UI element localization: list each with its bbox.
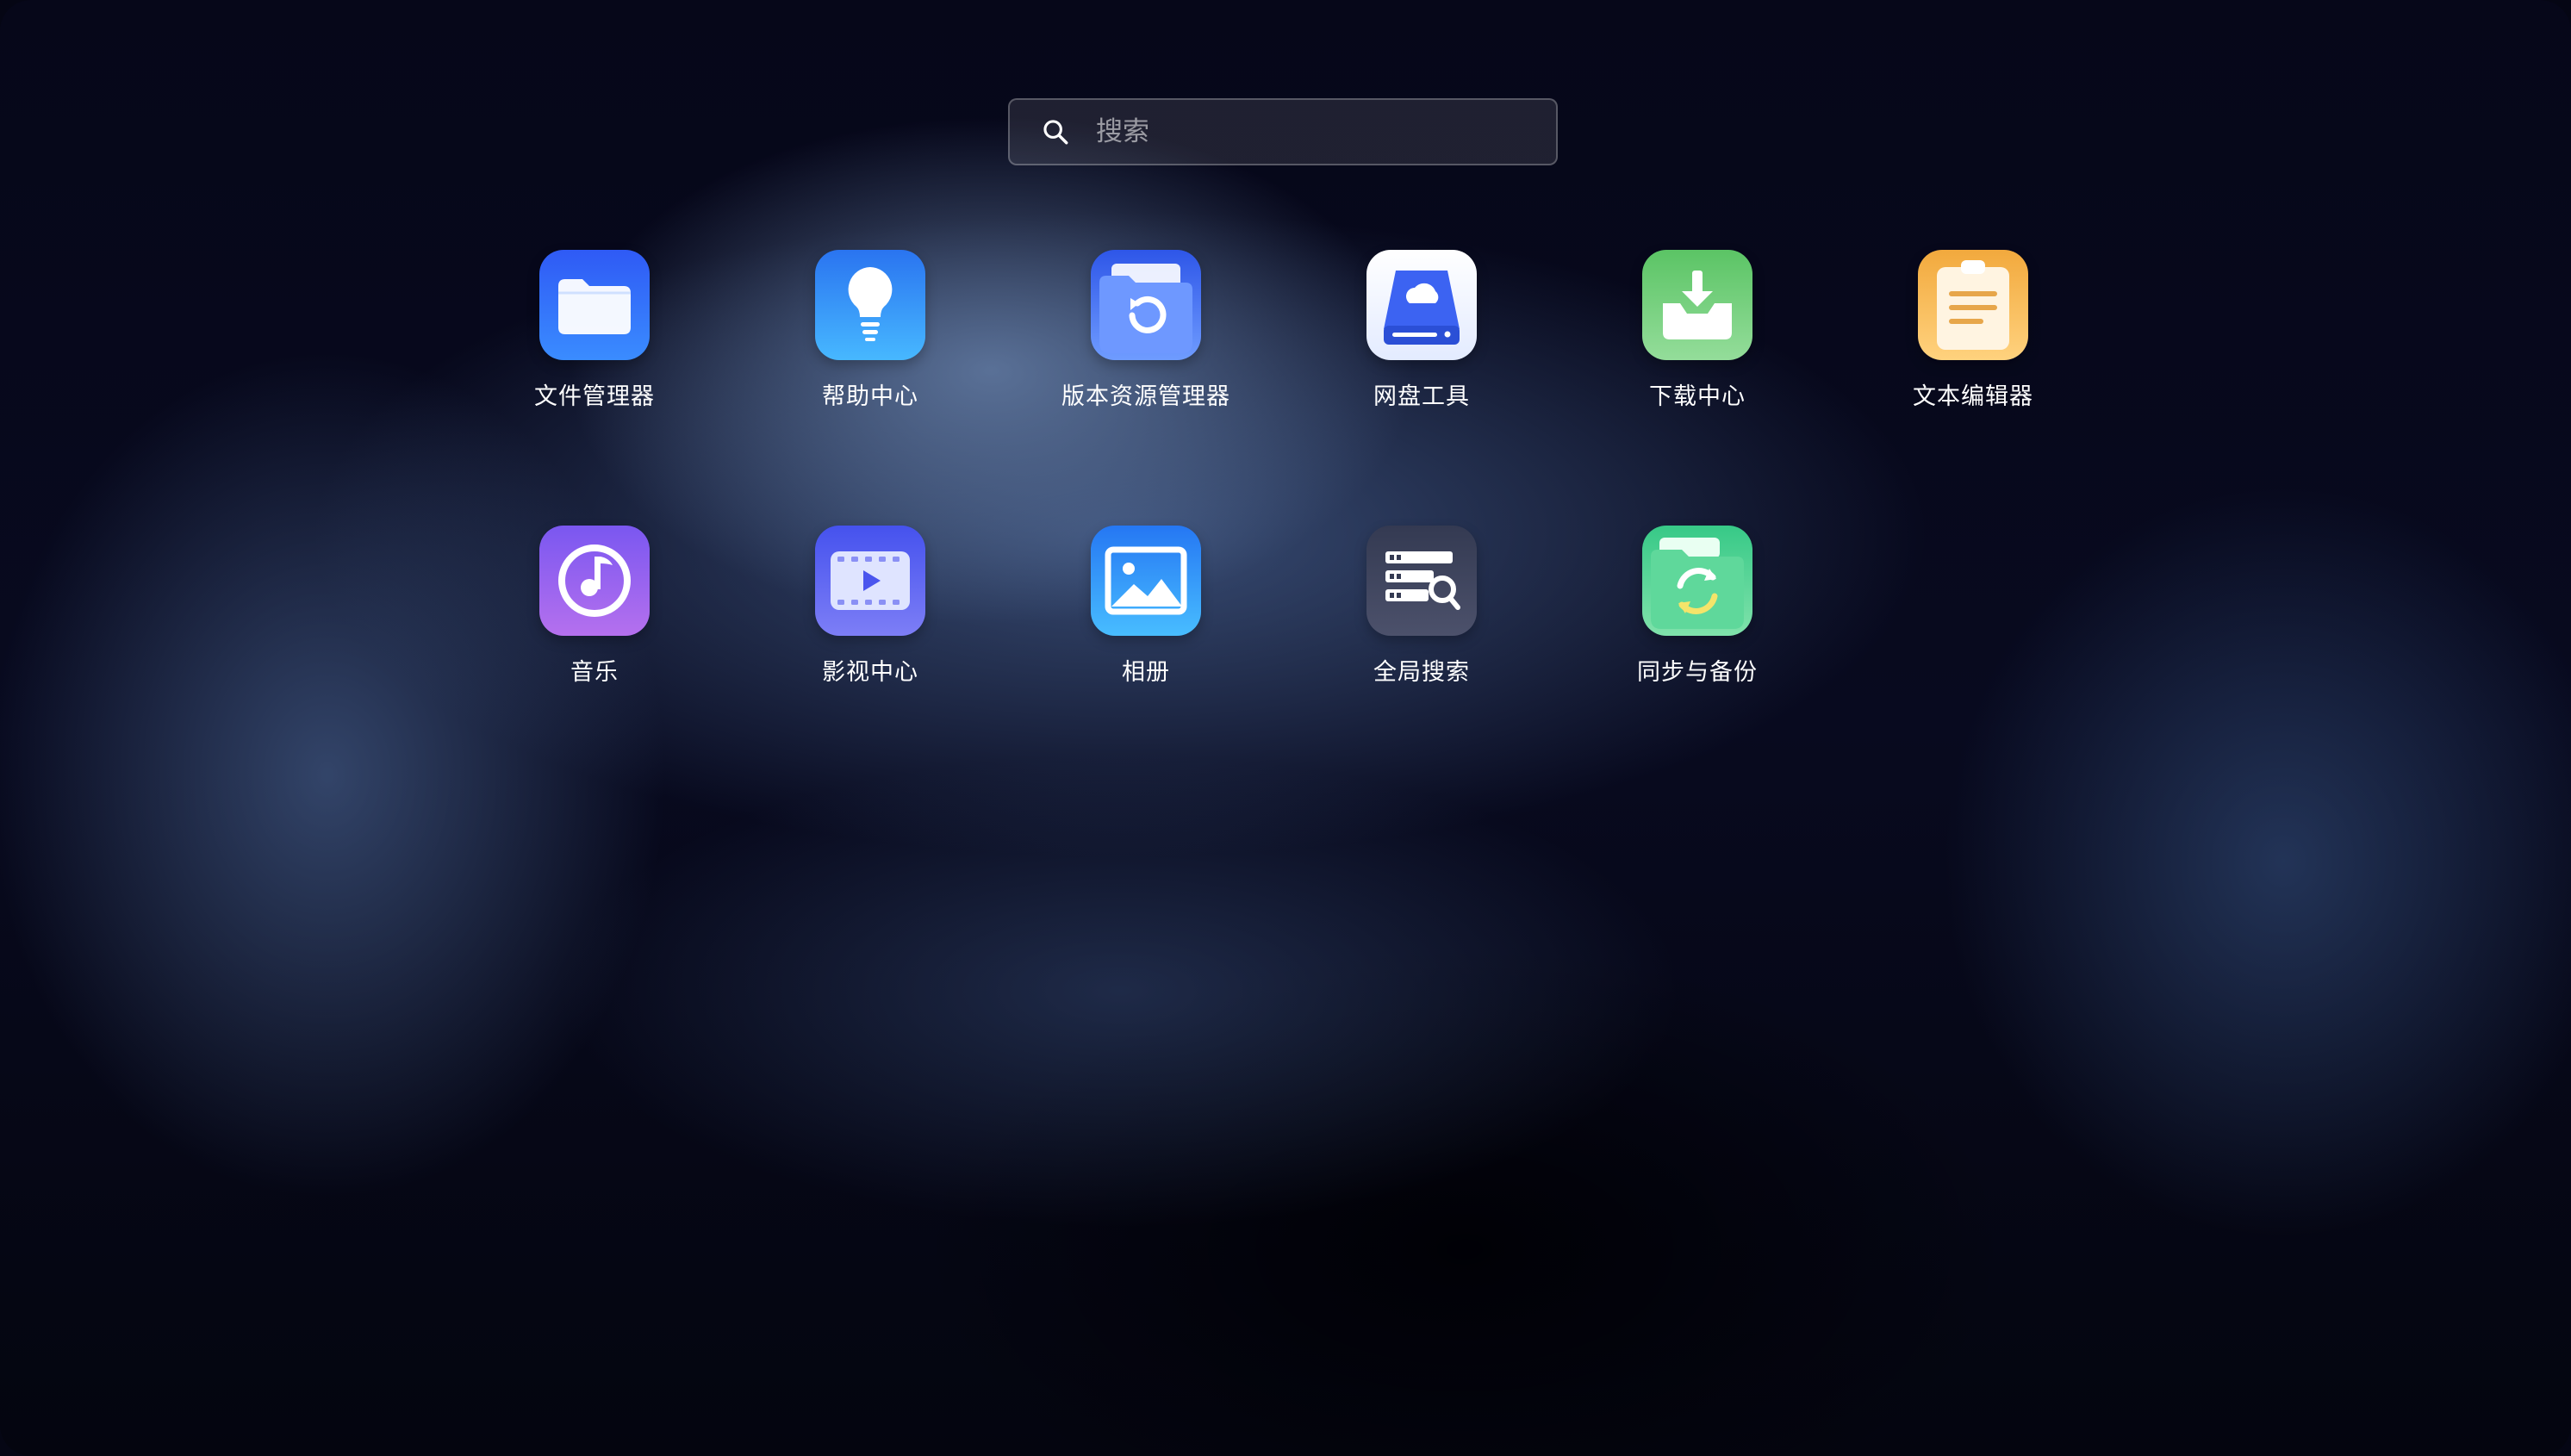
app-download-center[interactable]: 下载中心 <box>1559 250 1835 412</box>
app-label: 同步与备份 <box>1637 659 1758 686</box>
app-label: 文本编辑器 <box>1913 383 2033 410</box>
app-global-search[interactable]: 全局搜索 <box>1284 526 1559 688</box>
launcher: 文件管理器 帮助中心 版本资源管理器 <box>0 0 2571 1456</box>
app-sync-backup[interactable]: 同步与备份 <box>1559 526 1835 688</box>
app-label: 网盘工具 <box>1373 383 1470 410</box>
app-album[interactable]: 相册 <box>1008 526 1284 688</box>
folder-restore-icon <box>1091 250 1201 360</box>
app-music[interactable]: 音乐 <box>457 526 732 688</box>
search-icon <box>1041 117 1070 146</box>
list-search-icon <box>1366 526 1477 636</box>
music-note-icon <box>539 526 650 636</box>
app-video-center[interactable]: 影视中心 <box>732 526 1008 688</box>
app-disk-tool[interactable]: 网盘工具 <box>1284 250 1559 412</box>
search-bar[interactable] <box>1008 98 1558 165</box>
app-label: 音乐 <box>570 659 619 686</box>
film-play-icon <box>815 526 925 636</box>
lightbulb-icon <box>815 250 925 360</box>
app-version-resource-manager[interactable]: 版本资源管理器 <box>1008 250 1284 412</box>
folder-sync-icon <box>1642 526 1752 636</box>
app-help-center[interactable]: 帮助中心 <box>732 250 1008 412</box>
app-text-editor[interactable]: 文本编辑器 <box>1835 250 2111 412</box>
clipboard-notes-icon <box>1918 250 2028 360</box>
app-label: 相册 <box>1122 659 1170 686</box>
app-file-manager[interactable]: 文件管理器 <box>457 250 732 412</box>
app-label: 文件管理器 <box>534 383 655 410</box>
picture-icon <box>1091 526 1201 636</box>
app-label: 影视中心 <box>822 659 918 686</box>
download-tray-icon <box>1642 250 1752 360</box>
app-label: 帮助中心 <box>822 383 918 410</box>
folder-icon <box>539 250 650 360</box>
cloud-drive-icon <box>1366 250 1477 360</box>
search-input[interactable] <box>1096 116 1556 147</box>
app-label: 版本资源管理器 <box>1061 383 1230 410</box>
app-label: 全局搜索 <box>1373 659 1470 686</box>
app-label: 下载中心 <box>1649 383 1746 410</box>
